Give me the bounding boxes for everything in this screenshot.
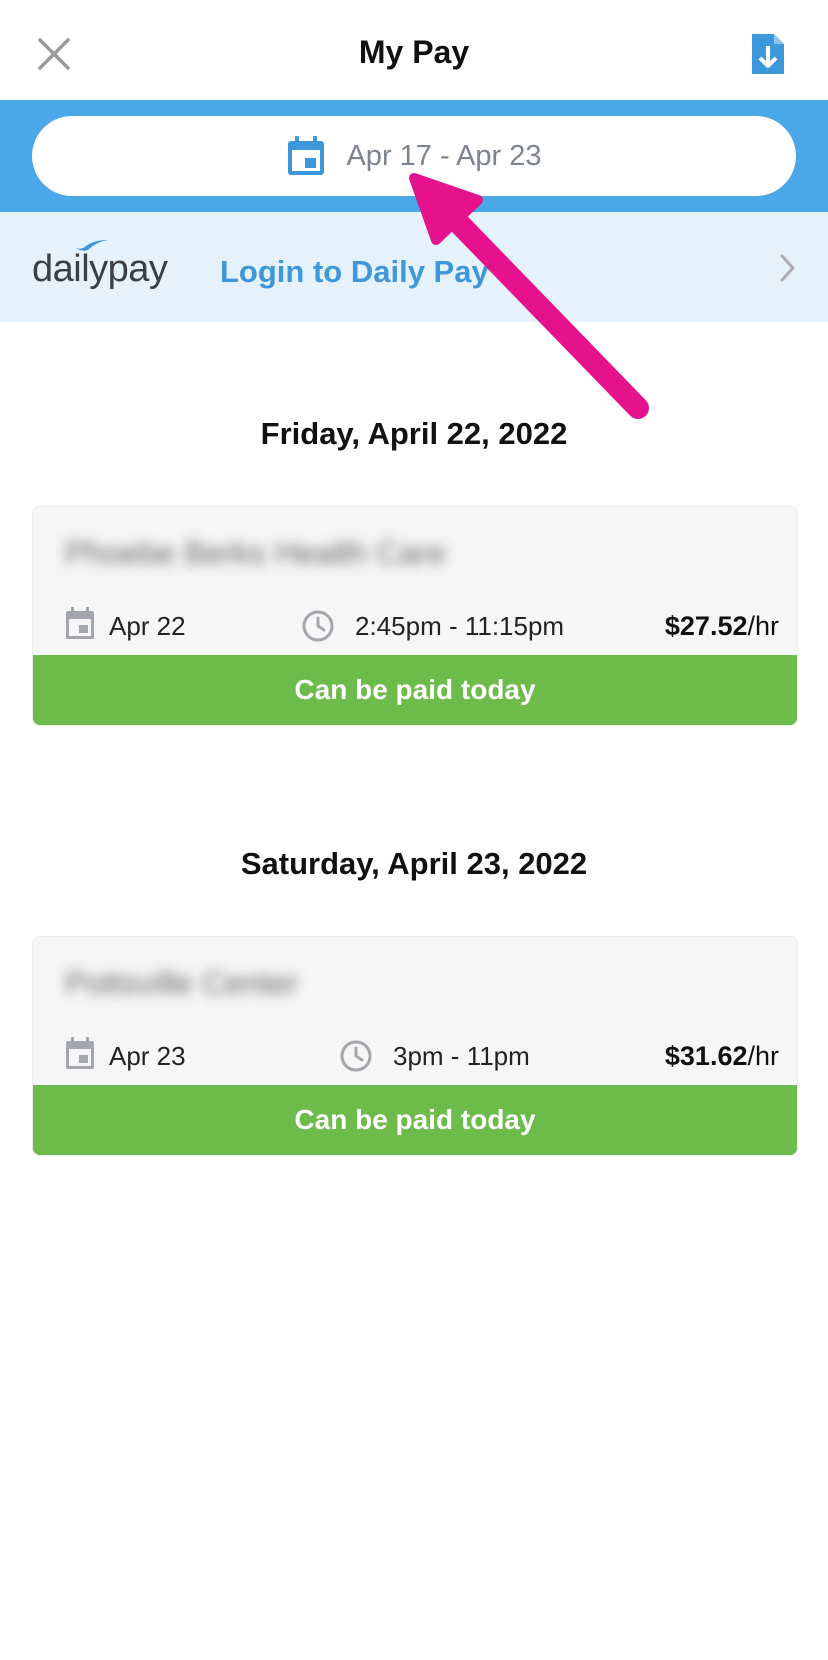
shift-rate: $31.62/hr (665, 1041, 779, 1072)
download-file-icon (752, 34, 784, 74)
can-be-paid-today-button[interactable]: Can be paid today (33, 655, 797, 725)
calendar-icon (66, 1037, 94, 1069)
dailypay-login-banner[interactable]: dailypay Login to Daily Pay (0, 212, 828, 322)
facility-name: Phoebe Berks Health Care (65, 535, 446, 571)
date-range-selector[interactable]: Apr 17 - Apr 23 (32, 116, 796, 196)
page-title: My Pay (358, 34, 470, 70)
can-be-paid-today-button[interactable]: Can be paid today (33, 1085, 797, 1155)
shift-date: Apr 23 (109, 1041, 186, 1071)
shift-details-row: Apr 23 3pm - 11pm $31.62/hr (65, 1037, 779, 1077)
rate-amount: $27.52 (664, 611, 748, 641)
calendar-icon (288, 136, 325, 175)
day-heading: Saturday, April 23, 2022 (240, 846, 588, 881)
chevron-right-icon (780, 254, 795, 282)
header: My Pay (0, 0, 828, 100)
shift-card[interactable]: Pottsville Center Apr 23 3pm - 11pm $31.… (32, 936, 798, 1156)
rate-unit: /hr (747, 1041, 779, 1071)
shift-date: Apr 22 (109, 611, 186, 641)
calendar-icon (66, 607, 94, 639)
day-heading: Friday, April 22, 2022 (260, 416, 568, 451)
dailypay-login-link[interactable]: Login to Daily Pay (220, 254, 489, 290)
download-button[interactable] (750, 32, 786, 76)
clock-icon (340, 1040, 372, 1072)
rate-unit: /hr (747, 611, 779, 641)
shift-time: 3pm - 11pm (393, 1041, 530, 1071)
clock-icon (302, 610, 334, 642)
dailypay-logo: dailypay (32, 248, 168, 290)
shift-rate: $27.52/hr (665, 611, 779, 642)
date-range-band: Apr 17 - Apr 23 (0, 100, 828, 212)
shift-time: 2:45pm - 11:15pm (355, 611, 565, 641)
rate-amount: $31.62 (664, 1041, 748, 1071)
facility-name: Pottsville Center (65, 965, 298, 1001)
date-range-label: Apr 17 - Apr 23 (346, 139, 542, 172)
shift-details-row: Apr 22 2:45pm - 11:15pm $27.52/hr (65, 607, 779, 647)
shift-card[interactable]: Phoebe Berks Health Care Apr 22 2:45pm -… (32, 506, 798, 726)
